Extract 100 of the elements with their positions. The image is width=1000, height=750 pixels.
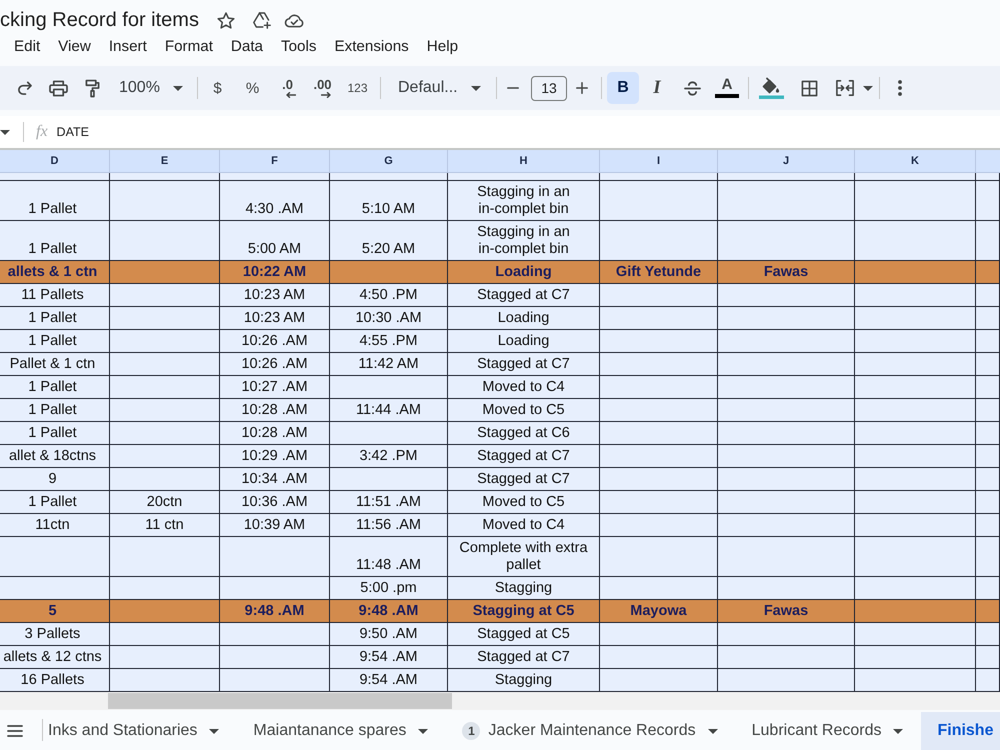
table-cell: Stagged at C7 bbox=[448, 646, 600, 669]
strikethrough-icon[interactable] bbox=[684, 80, 700, 96]
table-cell: 1 Pallet bbox=[0, 422, 110, 445]
sheet-tab[interactable]: Finishe bbox=[921, 712, 1000, 750]
table-cell bbox=[976, 646, 1000, 669]
color-bar-icon[interactable] bbox=[715, 94, 739, 98]
scrollbar-thumb[interactable] bbox=[108, 693, 452, 709]
triangle-plus-icon[interactable] bbox=[252, 11, 272, 29]
table-cell bbox=[976, 422, 1000, 445]
menu-item[interactable]: Help bbox=[418, 35, 468, 57]
zoom-select[interactable]: 100% bbox=[111, 72, 190, 104]
table-cell: 10:36 .AM bbox=[220, 491, 330, 514]
caret-icon[interactable] bbox=[470, 86, 481, 90]
table-cell: Moved to C4 bbox=[448, 514, 600, 537]
table-cell: allets & 1 ctn bbox=[0, 261, 110, 284]
formula-input[interactable]: DATE bbox=[56, 120, 1000, 144]
table-cell bbox=[976, 307, 1000, 330]
table-cell: 9 bbox=[0, 468, 110, 491]
table-cell: 10:22 AM bbox=[220, 261, 330, 284]
caret-icon[interactable] bbox=[172, 86, 183, 90]
table-cell: 10:29 .AM bbox=[220, 445, 330, 468]
font-select[interactable]: Defaul... bbox=[386, 72, 490, 104]
table-cell: 11:42 AM bbox=[330, 353, 448, 376]
table-cell: Stagging at C5 bbox=[448, 600, 600, 623]
horizontal-scrollbar[interactable] bbox=[0, 692, 1000, 710]
table-cell: Gift Yetunde bbox=[600, 261, 718, 284]
borders-icon[interactable] bbox=[800, 80, 818, 96]
italic-button[interactable]: I bbox=[641, 72, 673, 104]
bold-button[interactable]: B bbox=[607, 72, 639, 104]
arrow-right-icon[interactable] bbox=[320, 92, 330, 98]
menu-item[interactable]: Format bbox=[156, 35, 222, 57]
table-cell: 10:28 .AM bbox=[220, 422, 330, 445]
table-cell: Fawas bbox=[718, 261, 855, 284]
table-cell bbox=[976, 623, 1000, 646]
arrow-left-icon[interactable] bbox=[286, 92, 296, 98]
table-cell: 4:30 .AM bbox=[220, 181, 330, 221]
table-cell: 10:39 AM bbox=[220, 514, 330, 537]
table-cell: Stagged at C7 bbox=[448, 284, 600, 307]
cloud-check-icon bbox=[284, 12, 306, 28]
merge-cells-icon[interactable] bbox=[835, 79, 855, 97]
redo-icon[interactable] bbox=[16, 81, 32, 95]
table-cell: 11 ctn bbox=[110, 514, 220, 537]
menu-item[interactable]: Extensions bbox=[325, 35, 418, 57]
table-cell: 10:28 .AM bbox=[220, 399, 330, 422]
paint-roller-icon[interactable] bbox=[84, 78, 100, 98]
menu-item[interactable]: Insert bbox=[100, 35, 156, 57]
table-cell: 3:42 .PM bbox=[330, 445, 448, 468]
increase-decimal-button[interactable]: .00 bbox=[305, 72, 340, 104]
table-cell: Fawas bbox=[718, 600, 855, 623]
sheet-tab[interactable]: Maiantanance spares bbox=[237, 712, 446, 750]
menu-item[interactable]: Tools bbox=[272, 35, 326, 57]
caret-icon[interactable] bbox=[708, 728, 718, 734]
font-size-field[interactable]: 13 bbox=[531, 76, 567, 100]
table-cell: 4:50 .PM bbox=[330, 284, 448, 307]
menu-item[interactable]: Data bbox=[222, 35, 272, 57]
menu-item[interactable]: View bbox=[49, 35, 100, 57]
table-cell: 1 Pallet bbox=[0, 491, 110, 514]
table-cell: 9:54 .AM bbox=[330, 646, 448, 669]
sheet-tab[interactable]: Lubricant Records bbox=[736, 712, 922, 750]
table-cell bbox=[976, 353, 1000, 376]
more-icon[interactable] bbox=[898, 80, 902, 96]
table-cell: 11:56 .AM bbox=[330, 514, 448, 537]
table-cell: Stagged at C7 bbox=[448, 353, 600, 376]
minus-icon[interactable] bbox=[507, 87, 519, 89]
caret-icon[interactable] bbox=[418, 728, 428, 734]
menu-icon[interactable] bbox=[7, 725, 23, 737]
table-cell bbox=[976, 445, 1000, 468]
print-icon[interactable] bbox=[48, 80, 68, 96]
count-badge: 1 bbox=[462, 722, 480, 740]
percent-format-button[interactable]: % bbox=[235, 72, 270, 104]
table-cell: 1 Pallet bbox=[0, 330, 110, 353]
table-cell bbox=[976, 468, 1000, 491]
sheet-tab[interactable]: 1 Jacker Maintenance Records bbox=[446, 712, 736, 750]
plus-icon[interactable] bbox=[576, 82, 588, 94]
star-icon[interactable] bbox=[216, 12, 235, 28]
table-cell: 10:30 .AM bbox=[330, 307, 448, 330]
table-cell: Stagged at C7 bbox=[448, 445, 600, 468]
menu-item[interactable]: Edit bbox=[5, 35, 50, 57]
caret-icon[interactable] bbox=[0, 130, 10, 134]
table-cell: 10:27 .AM bbox=[220, 376, 330, 399]
currency-format-button[interactable]: $ bbox=[200, 72, 235, 104]
paint-bucket-icon[interactable] bbox=[758, 77, 784, 99]
table-cell: 1 Pallet bbox=[0, 181, 110, 221]
table-cell bbox=[976, 261, 1000, 284]
table-cell: allet & 18ctns bbox=[0, 445, 110, 468]
table-cell bbox=[976, 181, 1000, 221]
table-cell: 5 bbox=[0, 600, 110, 623]
table-cell: 4:55 .PM bbox=[330, 330, 448, 353]
table-cell: 9:50 .AM bbox=[330, 623, 448, 646]
caret-icon[interactable] bbox=[863, 86, 873, 90]
decrease-decimal-button[interactable]: .0 bbox=[270, 72, 305, 104]
sheet-tab[interactable]: Inks and Stationaries bbox=[43, 712, 238, 750]
caret-icon[interactable] bbox=[209, 728, 220, 734]
text-color-button[interactable]: A bbox=[711, 72, 743, 104]
table-cell: 10:23 AM bbox=[220, 284, 330, 307]
table-cell: Pallet & 1 ctn bbox=[0, 353, 110, 376]
caret-icon[interactable] bbox=[893, 728, 904, 734]
document-title[interactable]: cking Record for items bbox=[0, 7, 199, 33]
table-cell bbox=[976, 399, 1000, 422]
number-format-button[interactable]: 123 bbox=[340, 72, 375, 104]
